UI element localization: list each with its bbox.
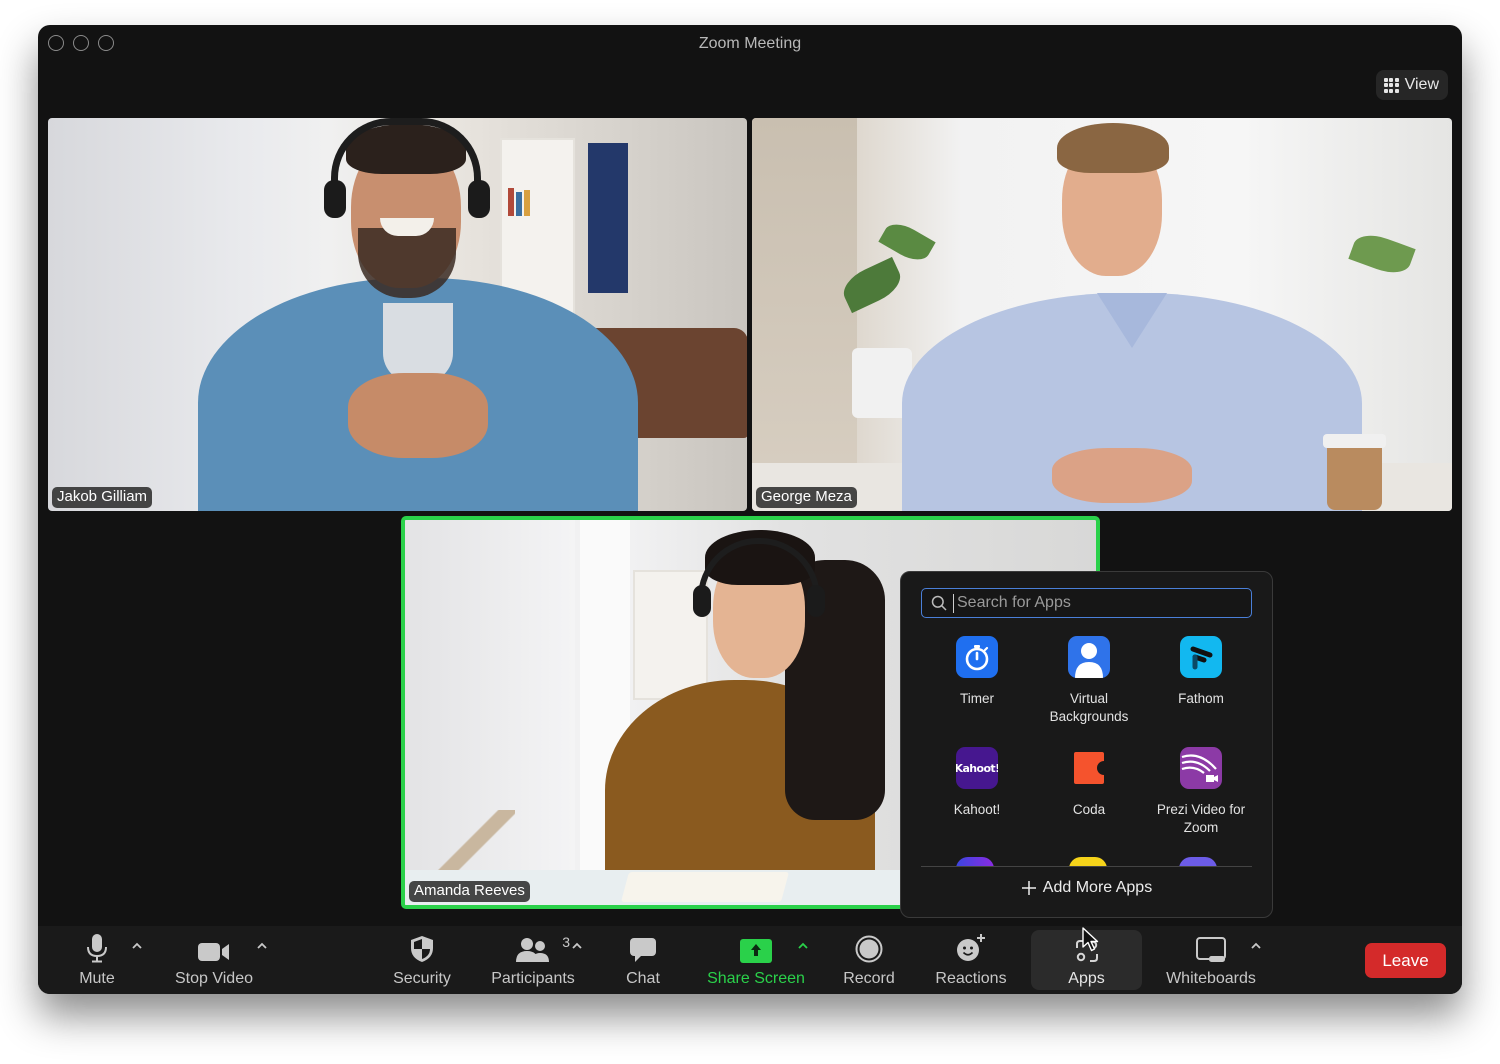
chevron-up-icon: [257, 942, 267, 949]
stop-video-label: Stop Video: [175, 970, 253, 987]
person-icon: [1068, 636, 1110, 678]
prezi-icon: [1180, 747, 1222, 789]
window-title: Zoom Meeting: [698, 35, 802, 52]
app-label: Coda: [1072, 802, 1106, 817]
security-label: Security: [393, 970, 451, 987]
shield-icon: [411, 936, 433, 962]
app-icon-peek: [956, 857, 994, 866]
apps-panel: Timer Virtual Backgrounds Fathom Kahoot!…: [900, 571, 1273, 918]
app-timer[interactable]: Timer: [921, 636, 1033, 726]
share-screen-icon: [740, 939, 772, 963]
divider: [921, 866, 1252, 867]
participants-icon: [516, 938, 549, 962]
participant-name-tag: Amanda Reeves: [409, 881, 530, 902]
add-more-apps-label: Add More Apps: [1042, 879, 1153, 896]
app-kahoot[interactable]: Kahoot! Kahoot!: [921, 747, 1033, 837]
grid-view-icon: [1383, 77, 1399, 93]
meeting-toolbar: Mute Stop Video Security 3 Participants …: [38, 926, 1462, 994]
whiteboards-label: Whiteboards: [1166, 970, 1256, 987]
zoom-meeting-window: Zoom Meeting View Jakob Gilliam George M…: [38, 25, 1462, 994]
mute-button[interactable]: Mute: [74, 926, 120, 994]
record-icon: [855, 935, 883, 963]
whiteboards-options-caret[interactable]: [1250, 942, 1262, 950]
chevron-up-icon: [798, 942, 808, 949]
app-label: Kahoot!: [953, 802, 1001, 817]
share-screen-label: Share Screen: [707, 970, 805, 987]
apps-search-box[interactable]: [921, 588, 1252, 618]
apps-search-input[interactable]: [953, 593, 1233, 613]
participants-button[interactable]: 3 Participants: [488, 926, 578, 994]
record-label: Record: [843, 970, 895, 987]
microphone-icon: [87, 934, 107, 963]
app-coda[interactable]: Coda: [1033, 747, 1145, 837]
app-virtual-backgrounds[interactable]: Virtual Backgrounds: [1033, 636, 1145, 726]
chevron-up-icon: [1251, 942, 1261, 949]
smiley-plus-icon: [957, 934, 985, 961]
app-icon-peek: [1179, 857, 1217, 866]
app-fathom[interactable]: Fathom: [1145, 636, 1257, 726]
more-apps-peek: [921, 857, 1252, 866]
participant-name-tag: George Meza: [756, 487, 857, 508]
app-label: Fathom: [1178, 691, 1224, 706]
participants-label: Participants: [491, 970, 575, 987]
add-more-apps-button[interactable]: Add More Apps: [901, 879, 1272, 897]
video-feed: [752, 118, 1452, 511]
apps-icon: [1075, 940, 1098, 962]
view-button[interactable]: View: [1375, 70, 1448, 100]
participants-options-caret[interactable]: [571, 942, 583, 950]
apps-button[interactable]: Apps: [1031, 930, 1142, 990]
mute-label: Mute: [79, 970, 115, 987]
video-options-caret[interactable]: [256, 942, 268, 950]
search-icon: [931, 595, 947, 611]
chat-label: Chat: [626, 970, 660, 987]
participants-count: 3: [562, 934, 570, 950]
stopwatch-icon: [956, 636, 998, 678]
app-prezi-video[interactable]: Prezi Video for Zoom: [1145, 747, 1257, 837]
video-camera-icon: [198, 943, 229, 961]
chevron-up-icon: [132, 942, 142, 949]
video-feed: [48, 118, 747, 511]
whiteboards-button[interactable]: Whiteboards: [1163, 926, 1259, 994]
stop-video-button[interactable]: Stop Video: [172, 926, 256, 994]
participant-name-tag: Jakob Gilliam: [52, 487, 153, 508]
view-button-label: View: [1404, 76, 1439, 93]
chat-bubble-icon: [630, 938, 656, 962]
apps-label: Apps: [1068, 970, 1105, 987]
chat-button[interactable]: Chat: [621, 926, 665, 994]
app-label: Timer: [960, 691, 994, 706]
share-screen-button[interactable]: Share Screen: [706, 926, 806, 994]
fathom-icon: [1180, 636, 1222, 678]
plus-icon: [1021, 881, 1036, 895]
video-tile-george-meza[interactable]: George Meza: [752, 118, 1452, 511]
app-label: Virtual Backgrounds: [1049, 691, 1129, 724]
app-icon-peek: [1069, 857, 1107, 866]
kahoot-icon: Kahoot!: [956, 747, 998, 789]
audio-options-caret[interactable]: [131, 942, 143, 950]
apps-grid: Timer Virtual Backgrounds Fathom Kahoot!…: [921, 636, 1257, 837]
leave-button[interactable]: Leave: [1365, 943, 1446, 978]
record-button[interactable]: Record: [841, 926, 897, 994]
coda-icon: [1068, 747, 1110, 789]
video-tile-jakob-gilliam[interactable]: Jakob Gilliam: [48, 118, 747, 511]
reactions-label: Reactions: [935, 970, 1007, 987]
share-options-caret[interactable]: [797, 942, 809, 950]
app-label: Prezi Video for Zoom: [1156, 802, 1246, 835]
chevron-up-icon: [572, 942, 582, 949]
reactions-button[interactable]: Reactions: [934, 926, 1008, 994]
whiteboard-icon: [1196, 937, 1226, 962]
security-button[interactable]: Security: [389, 926, 455, 994]
